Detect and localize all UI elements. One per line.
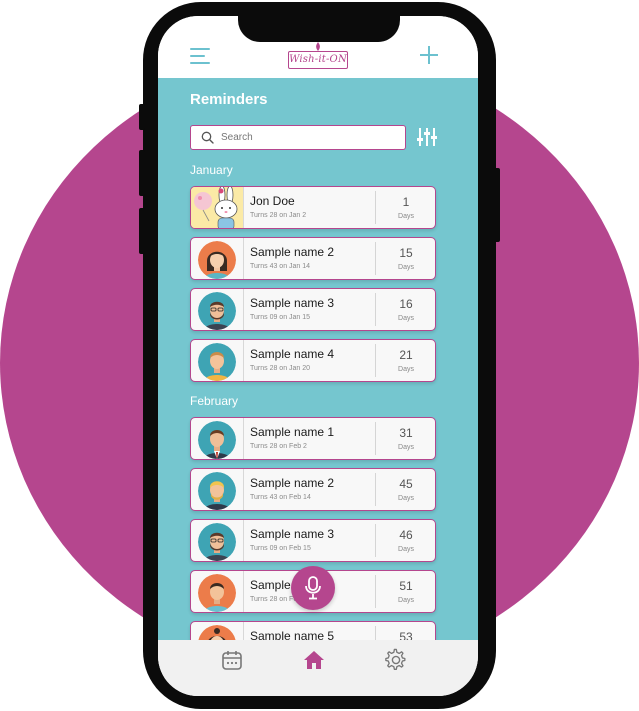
reminder-subtitle: Turns 09 on Feb 15 xyxy=(250,545,311,552)
calendar-icon[interactable] xyxy=(220,648,244,672)
voice-input-button[interactable] xyxy=(291,566,335,610)
plus-icon[interactable] xyxy=(418,44,440,66)
microphone-icon xyxy=(305,576,321,600)
days-count: 16 xyxy=(399,297,413,311)
phone-screen: Wish-it-ON Reminders January xyxy=(158,16,478,696)
reminder-name: Sample name 3 xyxy=(250,296,335,310)
filter-sliders-icon[interactable] xyxy=(416,126,438,148)
bearded-man-avatar xyxy=(198,292,236,330)
blond-man-avatar xyxy=(198,472,236,510)
reminder-name: Sample name 2 xyxy=(250,245,335,259)
man-avatar xyxy=(198,574,236,612)
days-count: 51 xyxy=(399,579,413,593)
woman-avatar xyxy=(198,625,236,640)
reminder-name: Sample name 2 xyxy=(250,476,335,490)
reminder-card[interactable]: Sample name 5 53 xyxy=(190,621,436,640)
phone-notch xyxy=(238,16,400,42)
woman-avatar xyxy=(198,241,236,279)
phone-volume-down-button xyxy=(139,208,145,254)
reminder-subtitle: Turns 09 on Jan 15 xyxy=(250,314,311,321)
days-count: 53 xyxy=(399,630,413,640)
phone-volume-up-button xyxy=(139,150,145,196)
reminder-subtitle: Turns 28 on Feb 2 xyxy=(250,443,307,450)
home-icon[interactable] xyxy=(302,648,326,672)
days-count: 15 xyxy=(399,246,413,260)
bunny-illustration xyxy=(191,187,244,228)
page-title: Reminders xyxy=(190,91,268,108)
days-count: 1 xyxy=(402,195,410,209)
days-label: Days xyxy=(398,315,414,322)
search-input[interactable] xyxy=(221,128,401,146)
days-label: Days xyxy=(398,597,414,604)
month-label-february: February xyxy=(190,394,239,408)
reminder-name: Sample name 5 xyxy=(250,629,335,640)
reminder-card[interactable]: Sample name 2 Turns 43 on Jan 14 15 Days xyxy=(190,237,436,280)
man-in-suit-avatar xyxy=(198,421,236,459)
phone-side-button xyxy=(139,104,145,130)
days-count: 31 xyxy=(399,426,413,440)
app-logo: Wish-it-ON xyxy=(286,42,350,72)
days-count: 21 xyxy=(399,348,413,362)
days-label: Days xyxy=(398,495,414,502)
month-label-january: January xyxy=(190,163,233,177)
reminder-card[interactable]: Sample name 1 Turns 28 on Feb 2 31 Days xyxy=(190,417,436,460)
days-count: 46 xyxy=(399,528,413,542)
logo-text: Wish-it-ON xyxy=(289,54,347,65)
reminder-name: Sample name 1 xyxy=(250,425,335,439)
days-count: 45 xyxy=(399,477,413,491)
days-label: Days xyxy=(398,366,414,373)
reminder-card[interactable]: Sample name 3 Turns 09 on Jan 15 16 Days xyxy=(190,288,436,331)
hamburger-menu-icon[interactable] xyxy=(190,48,210,64)
days-label: Days xyxy=(398,264,414,271)
search-bar[interactable] xyxy=(190,125,406,150)
reminder-subtitle: Turns 43 on Jan 14 xyxy=(250,263,311,270)
reminder-subtitle: Turns 28 on Jan 2 xyxy=(250,212,307,219)
reminders-content: Reminders January xyxy=(158,78,478,640)
settings-gear-icon[interactable] xyxy=(384,648,408,672)
reminder-name: Jon Doe xyxy=(250,194,295,208)
reminder-card[interactable]: Sample name 4 Turns 28 on Jan 20 21 Days xyxy=(190,339,436,382)
days-label: Days xyxy=(398,546,414,553)
reminder-card[interactable]: Sample name 2 Turns 43 on Feb 14 45 Days xyxy=(190,468,436,511)
search-icon xyxy=(201,131,214,144)
reminder-card[interactable]: Jon Doe Turns 28 on Jan 2 1 Days xyxy=(190,186,436,229)
reminder-subtitle: Turns 28 on Jan 20 xyxy=(250,365,311,372)
reminder-subtitle: Turns 43 on Feb 14 xyxy=(250,494,311,501)
bearded-man-avatar xyxy=(198,523,236,561)
reminder-card[interactable]: Sample name 3 Turns 09 on Feb 15 46 Days xyxy=(190,519,436,562)
phone-power-button xyxy=(494,168,500,242)
bottom-navigation xyxy=(158,640,478,696)
days-label: Days xyxy=(398,444,414,451)
reminder-name: Sample name 4 xyxy=(250,347,335,361)
days-label: Days xyxy=(398,213,414,220)
man-avatar xyxy=(198,343,236,381)
reminder-name: Sample name 3 xyxy=(250,527,335,541)
